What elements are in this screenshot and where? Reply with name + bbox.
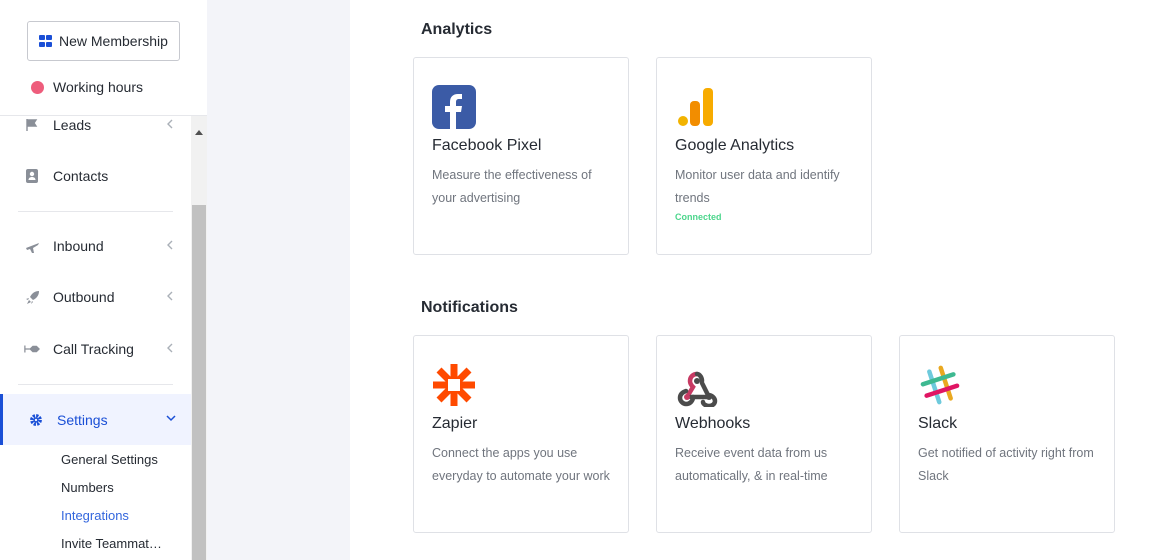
gear-icon [28, 412, 44, 428]
sidebar-item-contacts[interactable]: Contacts [0, 158, 191, 194]
sidebar-item-label: Leads [53, 117, 92, 133]
connected-status: Connected [675, 212, 722, 222]
settings-sub-invite[interactable]: Invite Teammat… [61, 536, 162, 551]
nav-divider [18, 211, 173, 212]
card-title: Zapier [432, 415, 478, 432]
card-description: Connect the apps you use everyday to aut… [432, 446, 610, 483]
slack-icon [918, 363, 962, 407]
google-analytics-icon [675, 85, 719, 129]
plane-icon [24, 238, 40, 254]
integration-card-zapier[interactable]: Zapier Connect the apps you use everyday… [413, 335, 629, 533]
card-title: Google Analytics [675, 137, 795, 154]
chevron-left-icon [167, 240, 173, 250]
notifications-section-title: Notifications [421, 299, 518, 316]
integration-card-facebook-pixel[interactable]: Facebook Pixel Measure the effectiveness… [413, 57, 629, 255]
chevron-down-icon [166, 415, 176, 422]
sidebar-item-label: Settings [57, 411, 108, 428]
chevron-left-icon [167, 119, 173, 129]
call-tracking-icon [24, 341, 40, 357]
content-gutter [207, 0, 350, 560]
card-description: Measure the effectiveness of your advert… [432, 168, 592, 205]
new-membership-label: New Membership [59, 33, 168, 49]
chevron-left-icon [167, 343, 173, 353]
sidebar: Leads Contacts Inbound Outbound Call Tra… [0, 0, 207, 560]
chevron-left-icon [167, 291, 173, 301]
zapier-icon [432, 363, 476, 407]
grid-icon [39, 35, 52, 47]
new-membership-button[interactable]: New Membership [27, 21, 180, 61]
app: Leads Contacts Inbound Outbound Call Tra… [0, 0, 1159, 560]
status-dot [31, 80, 44, 94]
integrations-main: Analytics Facebook Pixel Measure the eff… [350, 0, 1159, 560]
flag-icon [24, 117, 40, 133]
card-description: Get notified of activity right from Slac… [918, 446, 1094, 483]
integration-card-google-analytics[interactable]: Google Analytics Monitor user data and i… [656, 57, 872, 255]
sidebar-header: New Membership Working hours [0, 0, 207, 116]
sidebar-item-label: Call Tracking [53, 341, 134, 357]
scroll-up-arrow-icon[interactable] [195, 130, 203, 135]
sidebar-scrollbar[interactable] [191, 116, 207, 560]
contacts-icon [24, 168, 40, 184]
integration-card-webhooks[interactable]: Webhooks Receive event data from us auto… [656, 335, 872, 533]
rocket-icon [24, 289, 40, 305]
sidebar-item-settings[interactable]: Settings [0, 394, 191, 445]
sidebar-item-inbound[interactable]: Inbound [0, 228, 191, 264]
card-title: Facebook Pixel [432, 137, 542, 154]
settings-sub-numbers[interactable]: Numbers [61, 480, 114, 495]
facebook-icon [432, 85, 476, 129]
card-description: Monitor user data and identify trends [675, 168, 840, 205]
sidebar-item-label: Outbound [53, 289, 115, 305]
working-hours-status[interactable]: Working hours [31, 79, 143, 95]
settings-sub-general[interactable]: General Settings [61, 452, 158, 467]
scrollbar-thumb[interactable] [192, 205, 206, 560]
sidebar-item-call-tracking[interactable]: Call Tracking [0, 331, 191, 367]
webhooks-icon [675, 363, 719, 409]
card-title: Slack [918, 415, 958, 432]
working-hours-label: Working hours [53, 79, 144, 95]
card-description: Receive event data from us automatically… [675, 446, 828, 483]
sidebar-item-label: Inbound [53, 238, 104, 254]
nav-divider [18, 384, 173, 385]
settings-sub-integrations[interactable]: Integrations [61, 508, 129, 523]
card-title: Webhooks [675, 415, 751, 432]
sidebar-item-outbound[interactable]: Outbound [0, 279, 191, 315]
analytics-section-title: Analytics [421, 21, 493, 38]
integration-card-slack[interactable]: Slack Get notified of activity right fro… [899, 335, 1115, 533]
sidebar-item-label: Contacts [53, 168, 109, 184]
